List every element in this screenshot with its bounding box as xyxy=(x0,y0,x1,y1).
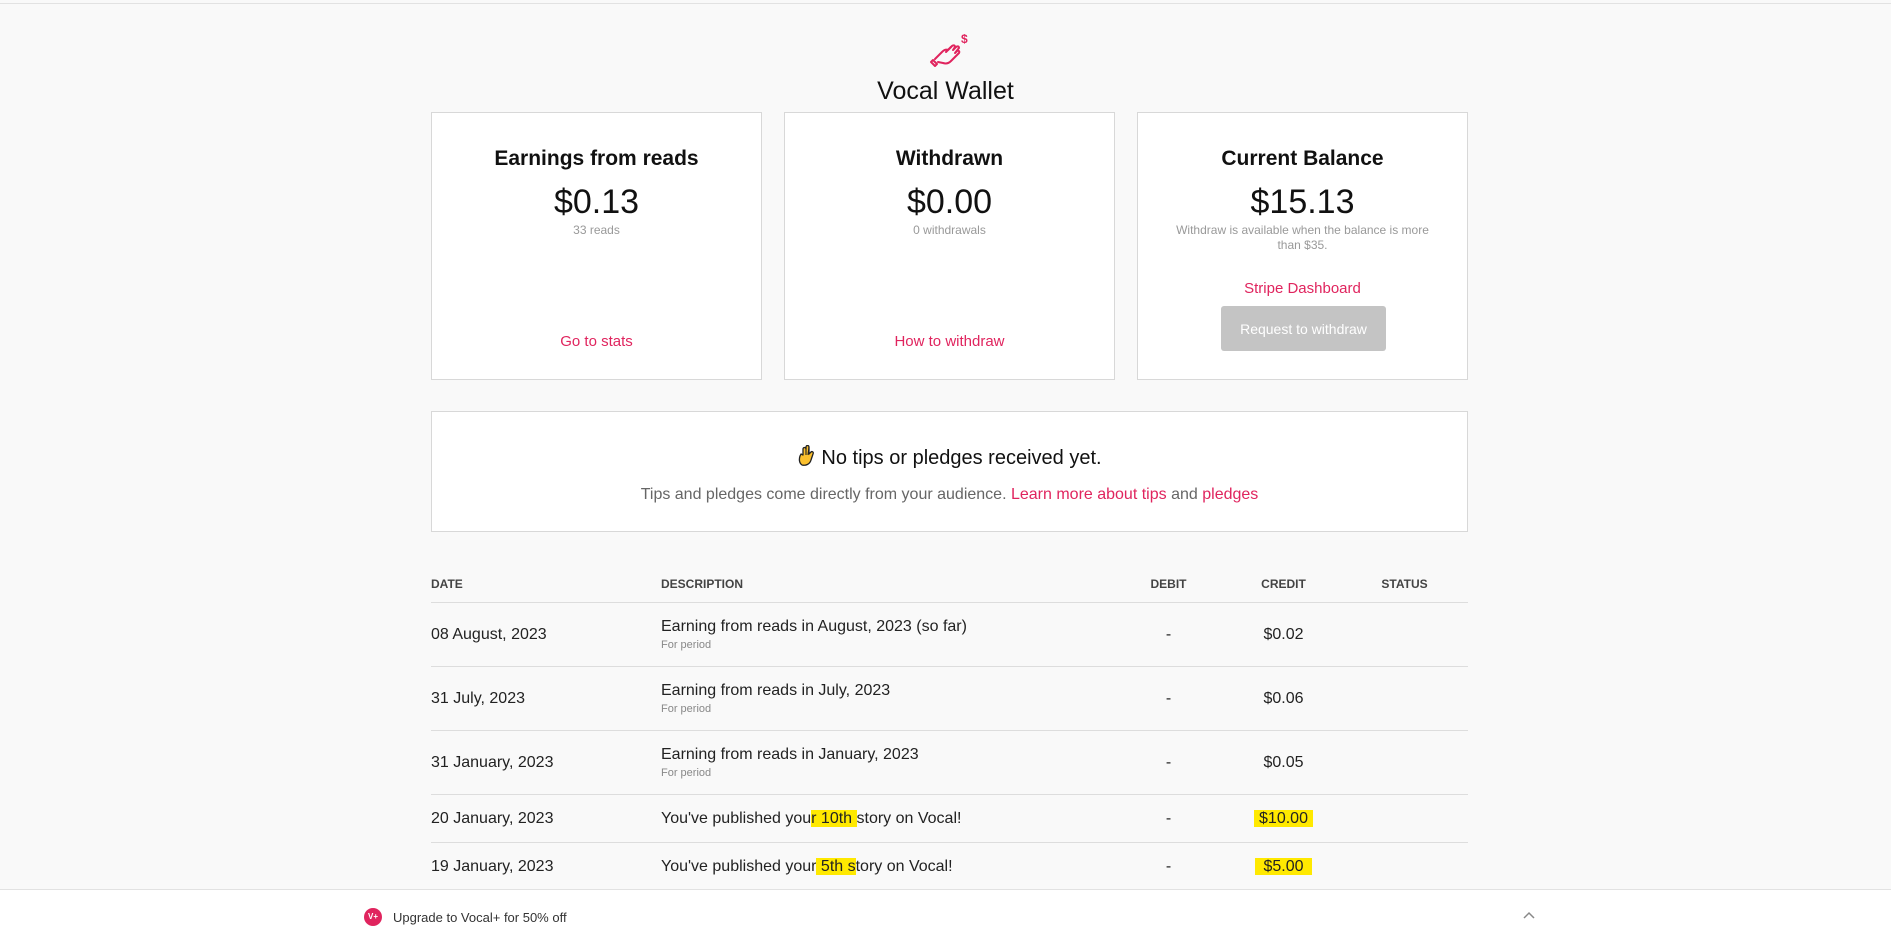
withdraw-threshold-note: Withdraw is available when the balance i… xyxy=(1176,223,1429,252)
table-header-row: DATE DESCRIPTION DEBIT CREDIT STATUS xyxy=(431,566,1468,603)
description-text: Earning from reads in January, 2023 xyxy=(661,746,919,763)
highlighted-credit: $10.00 xyxy=(1254,809,1313,827)
upgrade-text[interactable]: Upgrade to Vocal+ for 50% off xyxy=(393,910,567,925)
request-withdraw-button[interactable]: Request to withdraw xyxy=(1221,306,1386,351)
col-date: DATE xyxy=(431,566,661,603)
period-note: For period xyxy=(661,703,712,715)
description-text-a: You've published your xyxy=(661,857,817,875)
row-credit: $0.02 xyxy=(1226,602,1341,667)
withdrawals-count: 0 withdrawals xyxy=(913,223,986,237)
withdrawn-amount: $0.00 xyxy=(906,183,993,221)
top-divider xyxy=(0,0,1891,4)
wallet-page: $ Vocal Wallet Earnings from reads $0.13… xyxy=(0,0,1891,943)
tips-headline: No tips or pledges received yet. xyxy=(432,444,1467,473)
period-note: For period xyxy=(661,639,712,651)
summary-cards: Earnings from reads $0.13 33 reads Go to… xyxy=(431,112,1468,380)
description-text-b: tory on Vocal! xyxy=(855,857,953,875)
row-date: 31 January, 2023 xyxy=(431,730,661,795)
row-credit: $10.00 xyxy=(1226,794,1341,843)
row-credit: $0.06 xyxy=(1226,666,1341,731)
upgrade-bar[interactable]: V+ Upgrade to Vocal+ for 50% off xyxy=(0,889,1891,943)
col-debit: DEBIT xyxy=(1111,566,1226,603)
tips-panel: No tips or pledges received yet. Tips an… xyxy=(431,411,1468,532)
row-credit: $5.00 xyxy=(1226,842,1341,891)
svg-text:$: $ xyxy=(961,32,968,46)
col-status: STATUS xyxy=(1341,566,1468,603)
pledges-link[interactable]: pledges xyxy=(1202,486,1258,503)
vocal-plus-badge: V+ xyxy=(364,908,382,926)
earnings-amount: $0.13 xyxy=(553,183,640,221)
row-status xyxy=(1341,602,1468,667)
tips-headline-text: No tips or pledges received yet. xyxy=(821,447,1102,469)
description-text-b: story on Vocal! xyxy=(856,809,962,827)
highlighted-text: 5th s xyxy=(816,857,856,875)
row-credit: $0.05 xyxy=(1226,730,1341,795)
balance-card: Current Balance $15.13 Withdraw is avail… xyxy=(1137,112,1468,380)
description-text: Earning from reads in August, 2023 (so f… xyxy=(661,618,967,635)
chevron-up-icon[interactable] xyxy=(1522,909,1536,923)
row-description: Earning from reads in January, 2023 For p… xyxy=(661,730,1111,795)
col-description: DESCRIPTION xyxy=(661,566,1111,603)
transactions-table: DATE DESCRIPTION DEBIT CREDIT STATUS 08 … xyxy=(431,566,1468,891)
row-debit: - xyxy=(1111,794,1226,843)
learn-tips-link[interactable]: Learn more about tips xyxy=(1011,486,1167,503)
hand-coin-icon: $ xyxy=(924,30,968,72)
withdrawn-card: Withdrawn $0.00 0 withdrawals How to wit… xyxy=(784,112,1115,380)
row-date: 31 July, 2023 xyxy=(431,666,661,731)
highlighted-credit: $5.00 xyxy=(1255,857,1312,875)
row-description: You've published your 5th story on Vocal… xyxy=(661,842,1111,891)
row-status xyxy=(1341,730,1468,795)
highlighted-text: r 10th xyxy=(811,809,857,827)
description-text-a: You've published you xyxy=(661,809,812,827)
row-description: Earning from reads in August, 2023 (so f… xyxy=(661,602,1111,667)
row-date: 08 August, 2023 xyxy=(431,602,661,667)
row-status xyxy=(1341,794,1468,843)
earnings-title: Earnings from reads xyxy=(494,147,699,170)
table-row: 19 January, 2023 You've published your 5… xyxy=(431,842,1468,891)
tips-and-text: and xyxy=(1171,486,1198,503)
balance-title: Current Balance xyxy=(1221,147,1384,170)
wallet-header: $ Vocal Wallet xyxy=(0,30,1891,106)
table-row: 31 January, 2023 Earning from reads in J… xyxy=(431,730,1468,795)
row-date: 19 January, 2023 xyxy=(431,842,661,891)
row-description: Earning from reads in July, 2023 For peri… xyxy=(661,666,1111,731)
period-note: For period xyxy=(661,767,712,779)
balance-amount: $15.13 xyxy=(1250,183,1355,221)
row-status xyxy=(1341,842,1468,891)
stripe-dashboard-link[interactable]: Stripe Dashboard xyxy=(1138,280,1467,297)
earnings-card: Earnings from reads $0.13 33 reads Go to… xyxy=(431,112,762,380)
reads-count: 33 reads xyxy=(573,223,620,237)
page-title: Vocal Wallet xyxy=(877,77,1014,105)
table-row: 08 August, 2023 Earning from reads in Au… xyxy=(431,602,1468,667)
table-row: 20 January, 2023 You've published your 1… xyxy=(431,794,1468,843)
withdrawn-title: Withdrawn xyxy=(895,147,1004,170)
row-debit: - xyxy=(1111,666,1226,731)
tips-desc-text: Tips and pledges come directly from your… xyxy=(640,486,1007,503)
row-debit: - xyxy=(1111,602,1226,667)
go-to-stats-link[interactable]: Go to stats xyxy=(432,333,761,350)
row-description: You've published your 10th story on Voca… xyxy=(661,794,1111,843)
tips-description: Tips and pledges come directly from your… xyxy=(432,486,1467,504)
how-to-withdraw-link[interactable]: How to withdraw xyxy=(785,333,1114,350)
col-credit: CREDIT xyxy=(1226,566,1341,603)
crossed-fingers-icon xyxy=(797,444,815,473)
row-status xyxy=(1341,666,1468,731)
description-text: Earning from reads in July, 2023 xyxy=(661,682,891,699)
table-row: 31 July, 2023 Earning from reads in July… xyxy=(431,666,1468,731)
row-date: 20 January, 2023 xyxy=(431,794,661,843)
row-debit: - xyxy=(1111,730,1226,795)
row-debit: - xyxy=(1111,842,1226,891)
